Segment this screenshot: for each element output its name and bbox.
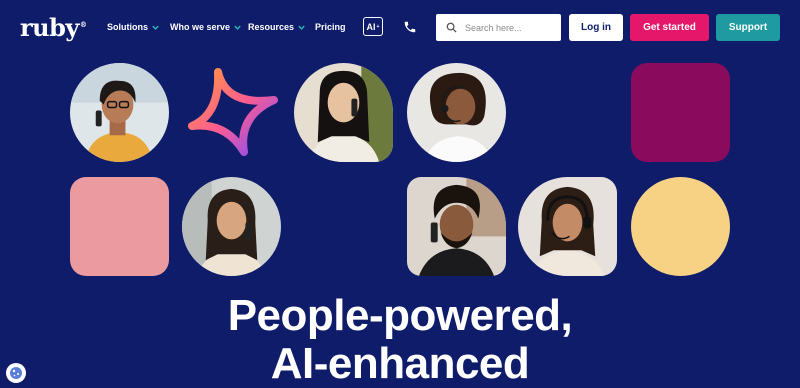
photo-woman-with-headset xyxy=(407,63,506,162)
nav-item-who-we-serve[interactable]: Who we serve xyxy=(170,22,242,32)
photo-woman-smiling-on-phone xyxy=(294,63,393,162)
decorative-butter-circle xyxy=(631,177,730,276)
sparkle-star-icon xyxy=(188,68,278,156)
search-input[interactable] xyxy=(465,22,555,33)
top-navigation: ruby® Solutions Who we serve Resources P… xyxy=(0,0,800,56)
support-button[interactable]: Support xyxy=(716,14,780,41)
nav-item-resources[interactable]: Resources xyxy=(248,22,306,32)
logo-text: ruby xyxy=(20,13,79,42)
cookie-settings-button[interactable] xyxy=(6,363,26,383)
photo-man-curly-hair-on-phone xyxy=(407,177,506,276)
cookie-icon xyxy=(10,367,22,379)
nav-item-label: Resources xyxy=(248,22,295,32)
photo-woman-glasses-on-phone xyxy=(70,63,169,162)
chevron-down-icon xyxy=(298,25,305,30)
ai-mark: + xyxy=(376,23,380,30)
decorative-plum-tile xyxy=(631,63,730,162)
hero-headline-line-2: AI-enhanced xyxy=(270,339,530,388)
decorative-rose-tile xyxy=(70,177,169,276)
registered-mark: ® xyxy=(79,20,87,29)
log-in-button[interactable]: Log in xyxy=(569,14,623,41)
search-box[interactable] xyxy=(436,14,561,41)
phone-icon[interactable] xyxy=(403,20,417,34)
ai-label: AI xyxy=(366,21,376,32)
photo-woman-on-phone-indoors xyxy=(182,177,281,276)
hero-headline: People-powered, AI-enhanced xyxy=(0,292,800,388)
chevron-down-icon xyxy=(234,25,241,30)
ai-badge-button[interactable]: AI + xyxy=(363,17,383,36)
ruby-logo[interactable]: ruby® xyxy=(20,13,87,42)
nav-item-label: Who we serve xyxy=(170,22,231,32)
nav-item-label: Solutions xyxy=(107,22,148,32)
chevron-down-icon xyxy=(152,25,159,30)
search-icon xyxy=(446,22,457,33)
get-started-button[interactable]: Get started xyxy=(630,14,709,41)
nav-item-pricing[interactable]: Pricing xyxy=(315,22,346,32)
hero-headline-line-1: People-powered, xyxy=(227,291,573,340)
photo-woman-with-headset-smiling xyxy=(518,177,617,276)
nav-item-solutions[interactable]: Solutions xyxy=(107,22,160,32)
nav-item-label: Pricing xyxy=(315,22,346,32)
